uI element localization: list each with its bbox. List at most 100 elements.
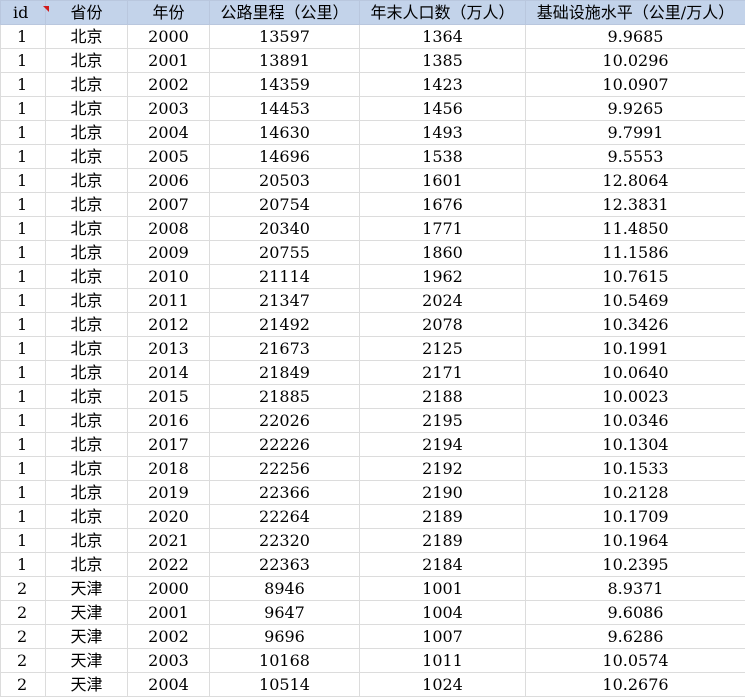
cell-road-mileage[interactable]: 8946 [209, 576, 360, 601]
cell-id[interactable]: 1 [0, 408, 46, 433]
cell-road-mileage[interactable]: 14696 [209, 144, 360, 169]
cell-province[interactable]: 北京 [45, 432, 128, 457]
cell-id[interactable]: 1 [0, 24, 46, 49]
cell-population[interactable]: 1024 [359, 672, 526, 697]
cell-year[interactable]: 2012 [127, 312, 210, 337]
cell-road-mileage[interactable]: 21492 [209, 312, 360, 337]
cell-infrastructure-level[interactable]: 10.2128 [525, 480, 745, 505]
cell-infrastructure-level[interactable]: 10.0907 [525, 72, 745, 97]
cell-infrastructure-level[interactable]: 10.0574 [525, 648, 745, 673]
cell-id[interactable]: 2 [0, 672, 46, 697]
cell-road-mileage[interactable]: 20754 [209, 192, 360, 217]
cell-province[interactable]: 天津 [45, 624, 128, 649]
cell-population[interactable]: 1007 [359, 624, 526, 649]
cell-population[interactable]: 1493 [359, 120, 526, 145]
cell-infrastructure-level[interactable]: 9.5553 [525, 144, 745, 169]
cell-population[interactable]: 1004 [359, 600, 526, 625]
cell-id[interactable]: 1 [0, 480, 46, 505]
cell-province[interactable]: 北京 [45, 240, 128, 265]
cell-year[interactable]: 2021 [127, 528, 210, 553]
cell-infrastructure-level[interactable]: 9.6086 [525, 600, 745, 625]
cell-province[interactable]: 天津 [45, 648, 128, 673]
cell-infrastructure-level[interactable]: 10.1991 [525, 336, 745, 361]
cell-road-mileage[interactable]: 22320 [209, 528, 360, 553]
cell-infrastructure-level[interactable]: 10.2676 [525, 672, 745, 697]
cell-year[interactable]: 2003 [127, 96, 210, 121]
cell-infrastructure-level[interactable]: 10.0296 [525, 48, 745, 73]
cell-province[interactable]: 北京 [45, 120, 128, 145]
cell-year[interactable]: 2019 [127, 480, 210, 505]
cell-infrastructure-level[interactable]: 10.1709 [525, 504, 745, 529]
cell-id[interactable]: 1 [0, 360, 46, 385]
cell-population[interactable]: 2184 [359, 552, 526, 577]
cell-id[interactable]: 1 [0, 288, 46, 313]
cell-id[interactable]: 1 [0, 240, 46, 265]
cell-infrastructure-level[interactable]: 10.2395 [525, 552, 745, 577]
cell-id[interactable]: 2 [0, 624, 46, 649]
cell-road-mileage[interactable]: 22264 [209, 504, 360, 529]
cell-population[interactable]: 2189 [359, 504, 526, 529]
cell-year[interactable]: 2003 [127, 648, 210, 673]
cell-province[interactable]: 北京 [45, 504, 128, 529]
cell-road-mileage[interactable]: 21347 [209, 288, 360, 313]
cell-road-mileage[interactable]: 9696 [209, 624, 360, 649]
cell-province[interactable]: 北京 [45, 96, 128, 121]
cell-road-mileage[interactable]: 22363 [209, 552, 360, 577]
cell-infrastructure-level[interactable]: 9.9265 [525, 96, 745, 121]
cell-infrastructure-level[interactable]: 9.7991 [525, 120, 745, 145]
cell-id[interactable]: 1 [0, 432, 46, 457]
cell-province[interactable]: 北京 [45, 72, 128, 97]
cell-road-mileage[interactable]: 20340 [209, 216, 360, 241]
cell-id[interactable]: 1 [0, 504, 46, 529]
cell-population[interactable]: 2189 [359, 528, 526, 553]
cell-infrastructure-level[interactable]: 9.6286 [525, 624, 745, 649]
cell-road-mileage[interactable]: 13597 [209, 24, 360, 49]
cell-population[interactable]: 1538 [359, 144, 526, 169]
cell-road-mileage[interactable]: 9647 [209, 600, 360, 625]
cell-infrastructure-level[interactable]: 9.9685 [525, 24, 745, 49]
cell-road-mileage[interactable]: 14359 [209, 72, 360, 97]
cell-year[interactable]: 2002 [127, 624, 210, 649]
cell-year[interactable]: 2020 [127, 504, 210, 529]
cell-population[interactable]: 2125 [359, 336, 526, 361]
cell-province[interactable]: 北京 [45, 360, 128, 385]
cell-road-mileage[interactable]: 20503 [209, 168, 360, 193]
cell-id[interactable]: 1 [0, 384, 46, 409]
cell-population[interactable]: 1771 [359, 216, 526, 241]
cell-province[interactable]: 北京 [45, 312, 128, 337]
cell-infrastructure-level[interactable]: 10.0023 [525, 384, 745, 409]
cell-id[interactable]: 1 [0, 528, 46, 553]
cell-province[interactable]: 北京 [45, 192, 128, 217]
cell-infrastructure-level[interactable]: 12.3831 [525, 192, 745, 217]
cell-year[interactable]: 2022 [127, 552, 210, 577]
cell-year[interactable]: 2009 [127, 240, 210, 265]
cell-population[interactable]: 1676 [359, 192, 526, 217]
cell-population[interactable]: 2188 [359, 384, 526, 409]
cell-infrastructure-level[interactable]: 10.5469 [525, 288, 745, 313]
cell-id[interactable]: 1 [0, 216, 46, 241]
cell-id[interactable]: 1 [0, 96, 46, 121]
cell-population[interactable]: 2194 [359, 432, 526, 457]
cell-infrastructure-level[interactable]: 10.3426 [525, 312, 745, 337]
cell-infrastructure-level[interactable]: 8.9371 [525, 576, 745, 601]
cell-road-mileage[interactable]: 21114 [209, 264, 360, 289]
cell-population[interactable]: 1423 [359, 72, 526, 97]
cell-province[interactable]: 北京 [45, 288, 128, 313]
cell-population[interactable]: 2078 [359, 312, 526, 337]
cell-infrastructure-level[interactable]: 10.1964 [525, 528, 745, 553]
cell-population[interactable]: 2195 [359, 408, 526, 433]
cell-population[interactable]: 1364 [359, 24, 526, 49]
cell-year[interactable]: 2013 [127, 336, 210, 361]
cell-year[interactable]: 2016 [127, 408, 210, 433]
cell-infrastructure-level[interactable]: 11.4850 [525, 216, 745, 241]
cell-road-mileage[interactable]: 14453 [209, 96, 360, 121]
cell-id[interactable]: 1 [0, 120, 46, 145]
cell-province[interactable]: 北京 [45, 552, 128, 577]
cell-year[interactable]: 2000 [127, 24, 210, 49]
cell-id[interactable]: 1 [0, 336, 46, 361]
cell-infrastructure-level[interactable]: 10.0640 [525, 360, 745, 385]
cell-year[interactable]: 2015 [127, 384, 210, 409]
cell-province[interactable]: 北京 [45, 384, 128, 409]
cell-year[interactable]: 2008 [127, 216, 210, 241]
cell-id[interactable]: 1 [0, 72, 46, 97]
